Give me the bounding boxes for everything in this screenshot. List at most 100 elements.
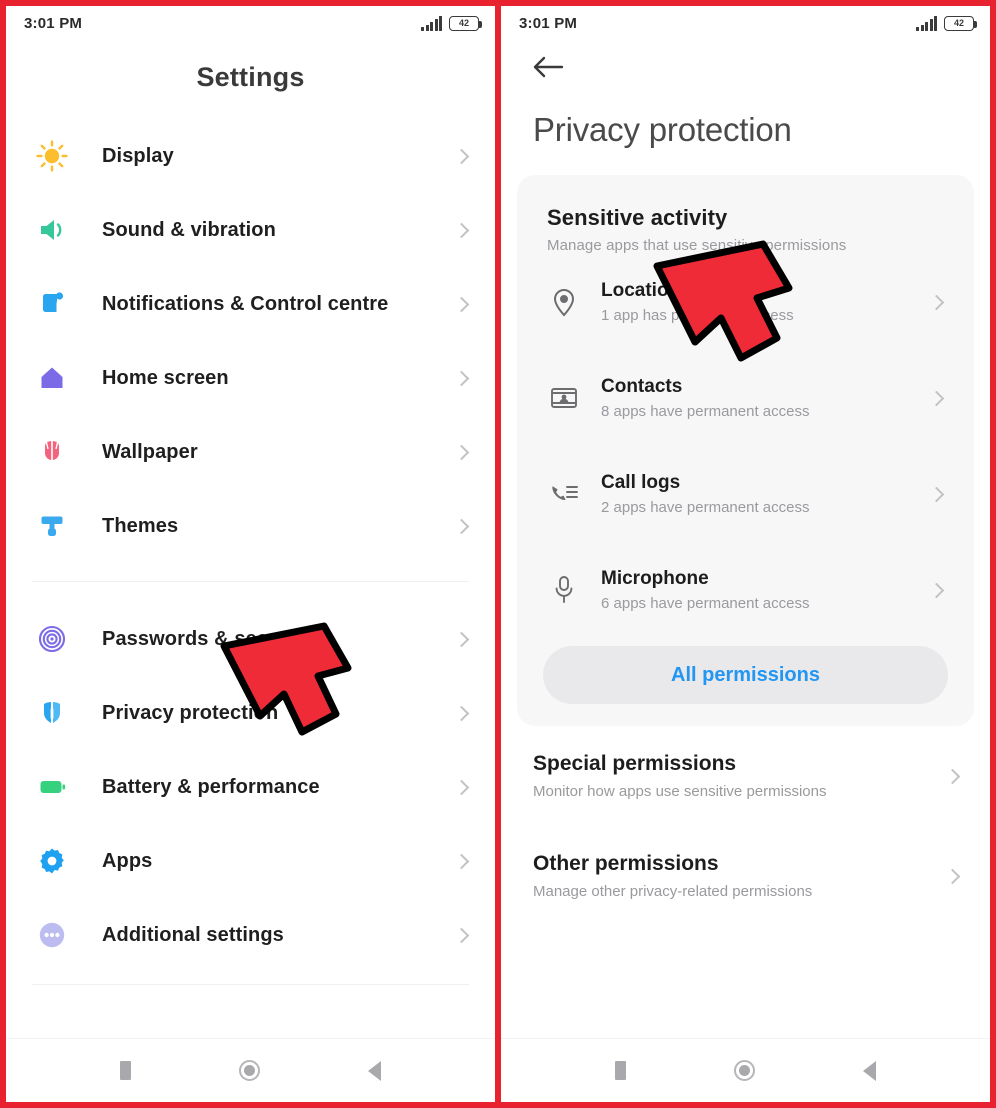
sidebar-item-apps[interactable]: Apps — [6, 824, 495, 898]
sidebar-item-label: Passwords & security — [102, 627, 312, 650]
tulip-icon — [32, 432, 72, 472]
system-nav-bar-right — [501, 1038, 990, 1102]
signal-bars-icon — [421, 15, 442, 31]
speaker-icon — [32, 210, 72, 250]
shield-icon — [32, 693, 72, 733]
privacy-protection-screen: 3:01 PM 42 Privacy protection Sensitive … — [498, 0, 996, 1108]
sidebar-item-label: Wallpaper — [102, 440, 198, 463]
section-text: Special permissions Monitor how apps use… — [533, 752, 947, 800]
list-bottom-divider — [32, 984, 469, 985]
chevron-right-icon — [453, 853, 470, 869]
fingerprint-icon — [32, 619, 72, 659]
home-icon — [32, 358, 72, 398]
sidebar-item-themes[interactable]: Themes — [6, 489, 495, 563]
settings-list: Display Sound & vibration Notifications … — [6, 119, 495, 1038]
sidebar-item-sound-vibration[interactable]: Sound & vibration — [6, 193, 495, 267]
home-circle-icon[interactable] — [239, 1060, 260, 1081]
chevron-right-icon — [453, 631, 470, 647]
permission-detail: 1 app has permanent access — [601, 307, 794, 324]
chevron-right-icon — [453, 370, 470, 386]
back-triangle-icon[interactable] — [368, 1060, 381, 1081]
status-indicators: 42 — [421, 15, 482, 31]
back-triangle-icon[interactable] — [863, 1060, 876, 1081]
settings-screen: 3:01 PM 42 Settings Display Sound & vibr… — [0, 0, 498, 1108]
status-clock: 3:01 PM — [519, 14, 578, 32]
card-subheading: Manage apps that use sensitive permissio… — [547, 237, 847, 254]
permission-text: Microphone 6 apps have permanent access — [601, 568, 931, 612]
permission-row-call-logs[interactable]: Call logs 2 apps have permanent access — [517, 446, 974, 542]
chevron-right-icon — [944, 868, 961, 884]
battery-icon: 42 — [944, 15, 977, 31]
section-row-special-permissions[interactable]: Special permissions Monitor how apps use… — [501, 726, 990, 826]
permission-name: Call logs — [601, 472, 681, 493]
sidebar-item-passwords-security[interactable]: Passwords & security — [6, 602, 495, 676]
sidebar-item-display[interactable]: Display — [6, 119, 495, 193]
permission-text: Location 1 app has permanent access — [601, 280, 931, 324]
permission-text: Contacts 8 apps have permanent access — [601, 376, 931, 420]
sidebar-item-home-screen[interactable]: Home screen — [6, 341, 495, 415]
chevron-right-icon — [453, 444, 470, 460]
chevron-right-icon — [928, 486, 945, 502]
permission-name: Contacts — [601, 376, 683, 397]
sidebar-item-label: Apps — [102, 849, 153, 872]
section-subtitle: Manage other privacy-related permissions — [533, 883, 813, 900]
paint-roller-icon — [32, 506, 72, 546]
permission-detail: 2 apps have permanent access — [601, 499, 810, 516]
microphone-icon — [547, 575, 581, 605]
chevron-right-icon — [928, 390, 945, 406]
chevron-right-icon — [453, 779, 470, 795]
sensitive-activity-card: Sensitive activity Manage apps that use … — [517, 175, 974, 726]
status-clock: 3:01 PM — [24, 14, 83, 32]
page-title: Settings — [196, 62, 305, 92]
call-log-icon — [547, 481, 581, 507]
sidebar-item-notifications-control-centre[interactable]: Notifications & Control centre — [6, 267, 495, 341]
sidebar-item-label: Additional settings — [102, 923, 284, 946]
system-nav-bar-left — [6, 1038, 495, 1102]
notification-card-icon — [32, 284, 72, 324]
battery-icon: 42 — [449, 15, 482, 31]
chevron-right-icon — [453, 222, 470, 238]
section-subtitle: Monitor how apps use sensitive permissio… — [533, 783, 827, 800]
chevron-right-icon — [453, 927, 470, 943]
sidebar-item-additional-settings[interactable]: Additional settings — [6, 898, 495, 972]
sidebar-item-label: Home screen — [102, 366, 229, 389]
chevron-right-icon — [928, 294, 945, 310]
chevron-right-icon — [928, 582, 945, 598]
card-heading: Sensitive activity — [547, 205, 728, 230]
sidebar-item-label: Display — [102, 144, 174, 167]
sidebar-item-label: Privacy protection — [102, 701, 279, 724]
permission-row-microphone[interactable]: Microphone 6 apps have permanent access — [517, 542, 974, 638]
chevron-right-icon — [453, 705, 470, 721]
chevron-right-icon — [453, 518, 470, 534]
sidebar-item-privacy-protection[interactable]: Privacy protection — [6, 676, 495, 750]
permission-row-location[interactable]: Location 1 app has permanent access — [517, 254, 974, 350]
sidebar-item-label: Themes — [102, 514, 179, 537]
all-permissions-button[interactable]: All permissions — [543, 646, 948, 704]
home-circle-icon[interactable] — [734, 1060, 755, 1081]
permission-text: Call logs 2 apps have permanent access — [601, 472, 931, 516]
permission-detail: 8 apps have permanent access — [601, 403, 810, 420]
battery-level: 42 — [953, 17, 964, 28]
section-title: Other permissions — [533, 852, 719, 875]
chevron-right-icon — [453, 148, 470, 164]
battery-level: 42 — [458, 17, 469, 28]
sun-icon — [32, 136, 72, 176]
status-bar-left: 3:01 PM 42 — [6, 6, 495, 40]
permission-row-contacts[interactable]: Contacts 8 apps have permanent access — [517, 350, 974, 446]
permission-name: Microphone — [601, 568, 709, 589]
sidebar-item-label: Battery & performance — [102, 775, 320, 798]
status-indicators: 42 — [916, 15, 977, 31]
recents-square-icon[interactable] — [615, 1061, 626, 1080]
back-button[interactable] — [501, 40, 990, 91]
location-pin-icon — [547, 287, 581, 317]
signal-bars-icon — [916, 15, 937, 31]
recents-square-icon[interactable] — [120, 1061, 131, 1080]
sidebar-item-label: Notifications & Control centre — [102, 292, 389, 315]
permission-name: Location — [601, 280, 681, 301]
section-row-other-permissions[interactable]: Other permissions Manage other privacy-r… — [501, 826, 990, 926]
contact-card-icon — [547, 385, 581, 411]
chevron-right-icon — [944, 768, 961, 784]
list-group-divider — [32, 581, 469, 582]
sidebar-item-battery-performance[interactable]: Battery & performance — [6, 750, 495, 824]
sidebar-item-wallpaper[interactable]: Wallpaper — [6, 415, 495, 489]
